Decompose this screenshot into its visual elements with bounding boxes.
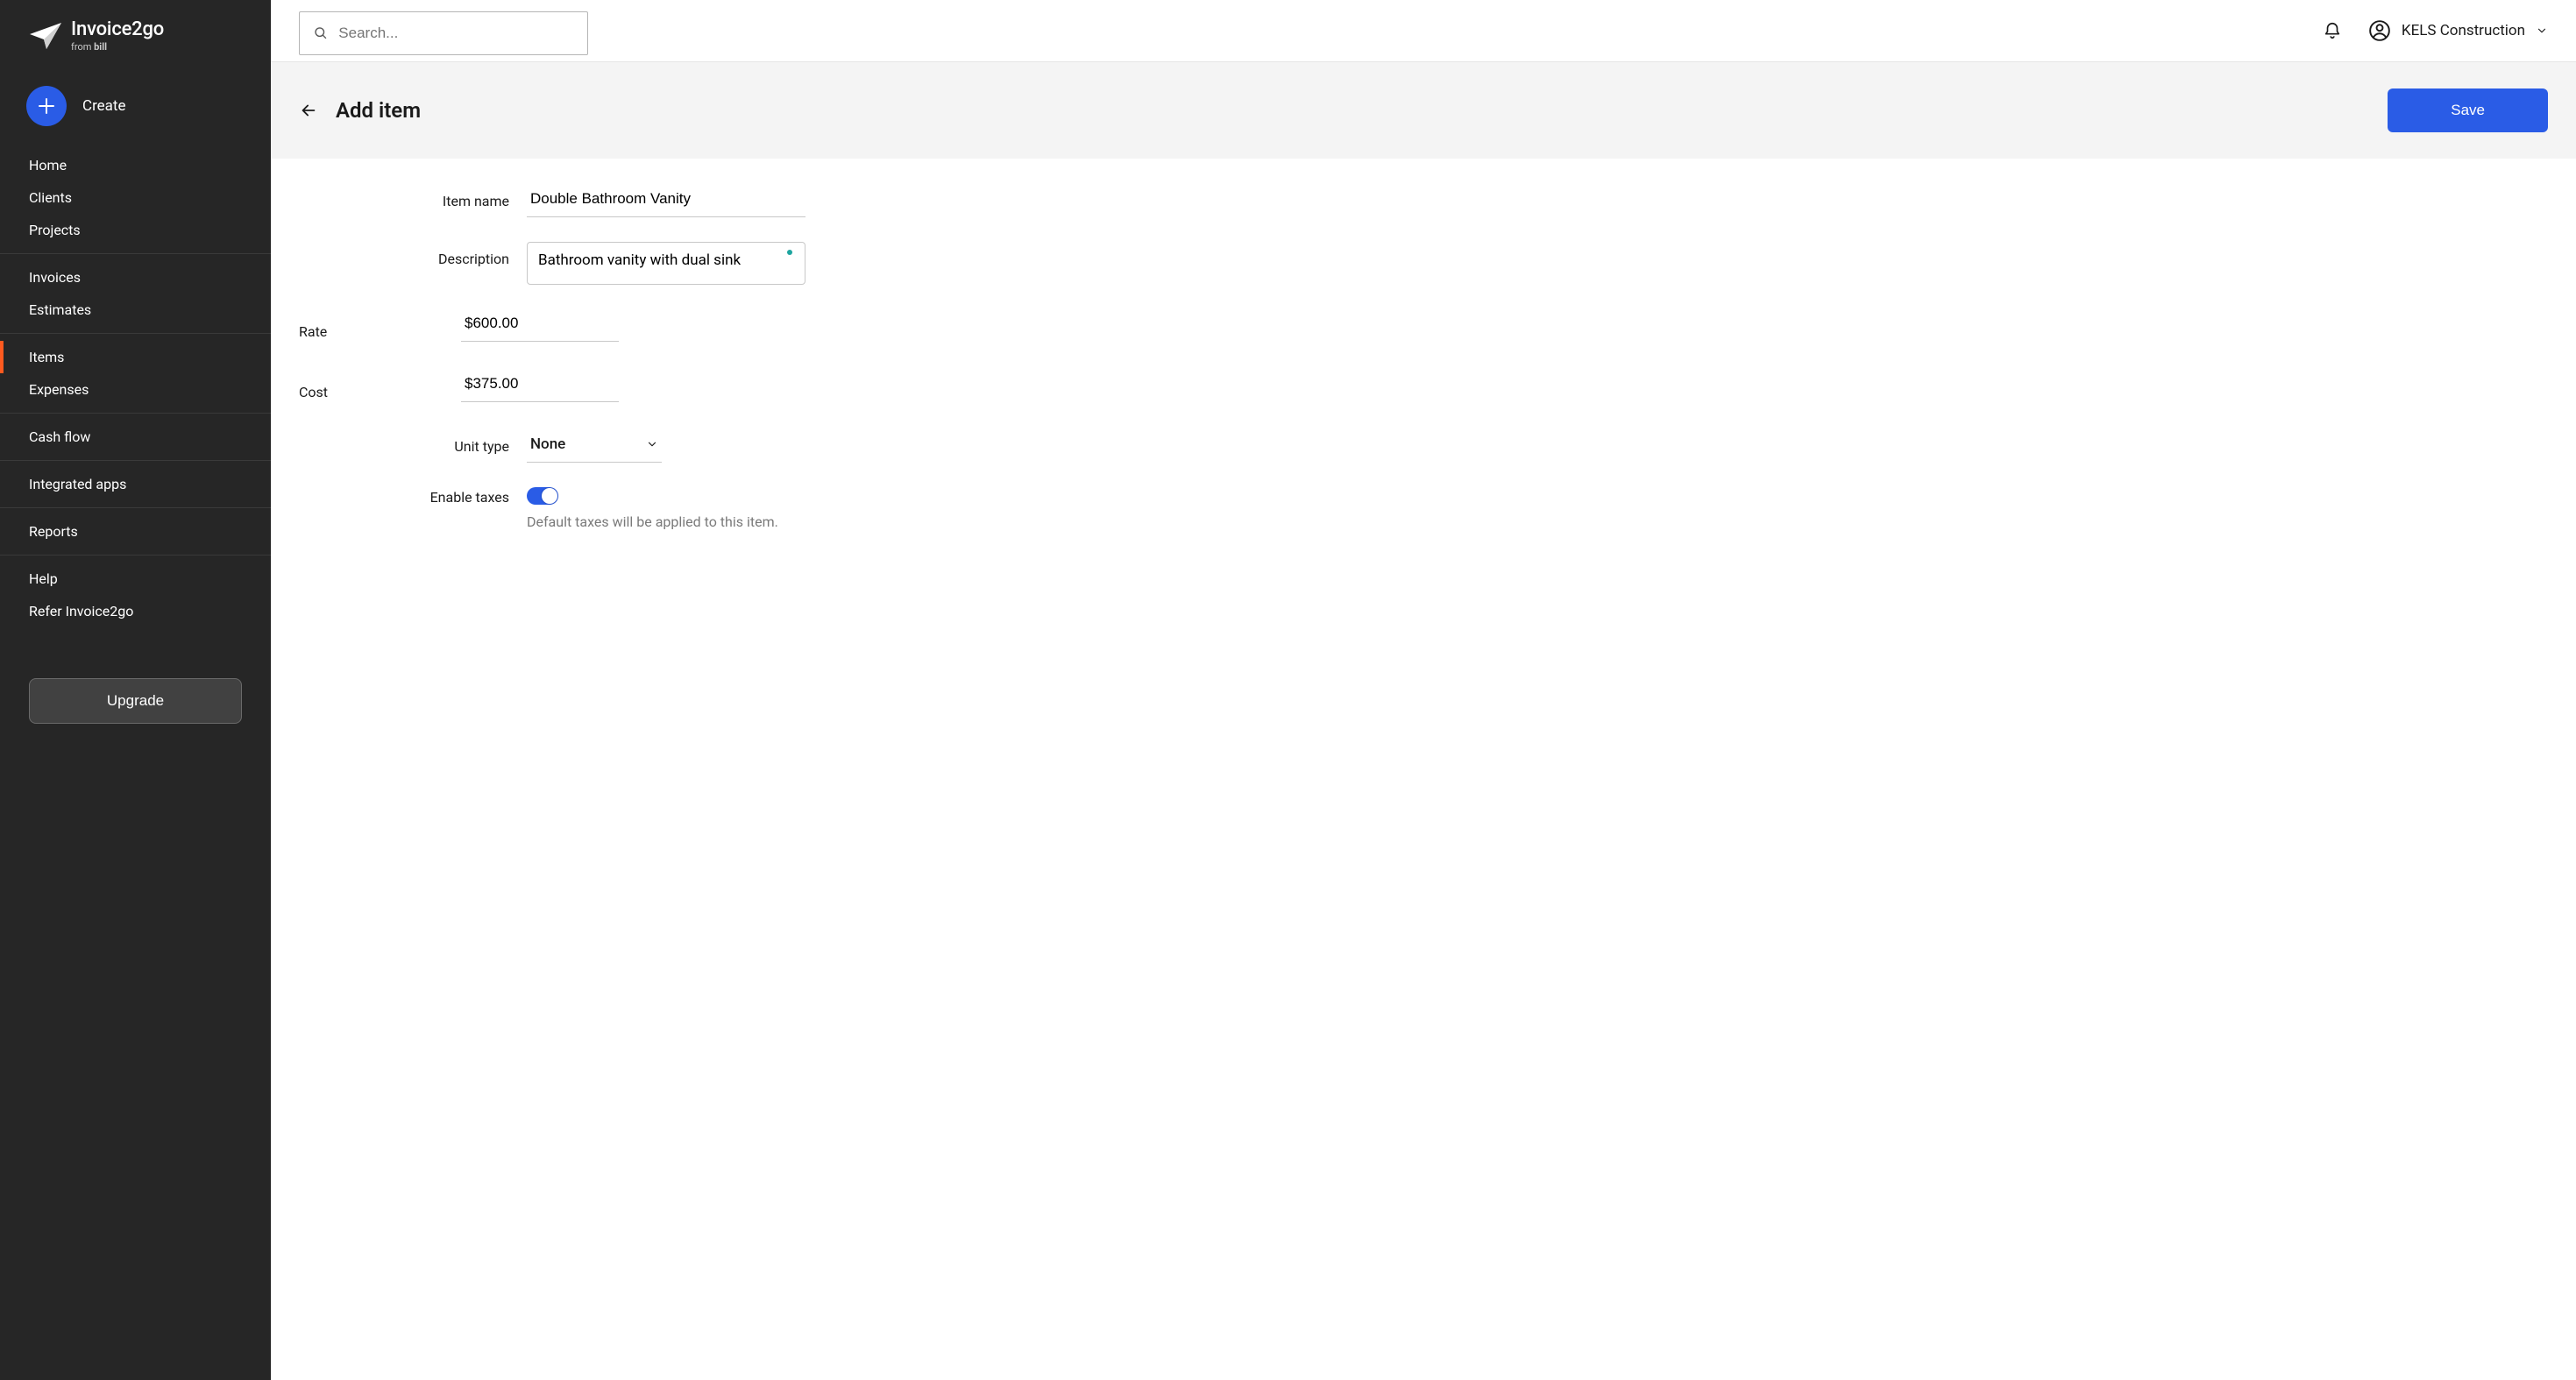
form-area: Item name Description Rate Cost Unit typ…	[271, 159, 2576, 581]
sidebar-item-reports[interactable]: Reports	[0, 515, 271, 548]
sidebar-item-help[interactable]: Help	[0, 563, 271, 595]
save-button[interactable]: Save	[2388, 88, 2548, 132]
plus-icon	[38, 97, 55, 115]
arrow-left-icon	[299, 101, 318, 120]
chevron-down-icon	[2536, 25, 2548, 37]
sidebar: Invoice2go from bill Create Home Clients…	[0, 0, 271, 1380]
brand-name: Invoice2go	[71, 19, 164, 40]
topbar: KELS Construction	[271, 0, 2576, 62]
taxes-helper-text: Default taxes will be applied to this it…	[527, 513, 778, 530]
sidebar-item-projects[interactable]: Projects	[0, 214, 271, 246]
account-name: KELS Construction	[2402, 22, 2525, 39]
unit-type-value: None	[530, 435, 565, 453]
bell-icon	[2323, 20, 2342, 41]
avatar-icon	[2368, 19, 2391, 42]
cost-label: Cost	[299, 384, 461, 402]
sidebar-item-cashflow[interactable]: Cash flow	[0, 421, 271, 453]
toggle-knob	[542, 488, 557, 504]
description-field[interactable]	[538, 251, 794, 271]
unit-type-select[interactable]: None	[527, 430, 662, 463]
sidebar-item-items[interactable]: Items	[0, 341, 271, 373]
logo: Invoice2go from bill	[0, 0, 271, 61]
sidebar-item-refer[interactable]: Refer Invoice2go	[0, 595, 271, 627]
create-button[interactable]	[26, 86, 67, 126]
cost-field[interactable]	[461, 370, 619, 402]
rate-field[interactable]	[461, 309, 619, 342]
chevron-down-icon	[646, 438, 658, 450]
unit-type-label: Unit type	[378, 438, 527, 455]
sidebar-item-clients[interactable]: Clients	[0, 181, 271, 214]
description-field-wrap[interactable]	[527, 242, 805, 285]
sidebar-item-expenses[interactable]: Expenses	[0, 373, 271, 406]
enable-taxes-toggle[interactable]	[527, 487, 558, 505]
rate-label: Rate	[299, 323, 461, 342]
brand-sub: from bill	[71, 42, 164, 53]
upgrade-button[interactable]: Upgrade	[29, 678, 242, 724]
paper-plane-icon	[29, 22, 62, 50]
page-title: Add item	[336, 98, 421, 123]
create-label[interactable]: Create	[82, 97, 126, 115]
search-input[interactable]	[338, 25, 573, 42]
sidebar-item-invoices[interactable]: Invoices	[0, 261, 271, 294]
resize-handle-icon[interactable]	[787, 250, 792, 255]
back-button[interactable]	[299, 101, 318, 120]
search-icon	[314, 25, 328, 41]
description-label: Description	[378, 242, 527, 267]
item-name-field[interactable]	[527, 185, 805, 217]
sidebar-item-home[interactable]: Home	[0, 149, 271, 181]
sidebar-item-estimates[interactable]: Estimates	[0, 294, 271, 326]
account-menu[interactable]: KELS Construction	[2368, 19, 2548, 42]
sidebar-item-integrated-apps[interactable]: Integrated apps	[0, 468, 271, 500]
sidebar-nav: Home Clients Projects Invoices Estimates…	[0, 142, 271, 634]
notifications-button[interactable]	[2323, 20, 2342, 41]
page-header: Add item Save	[271, 62, 2576, 159]
search-box[interactable]	[299, 11, 588, 55]
enable-taxes-label: Enable taxes	[351, 487, 527, 506]
item-name-label: Item name	[378, 193, 527, 209]
create-row: Create	[0, 61, 271, 142]
main: KELS Construction Add item Save Item nam…	[271, 0, 2576, 1380]
